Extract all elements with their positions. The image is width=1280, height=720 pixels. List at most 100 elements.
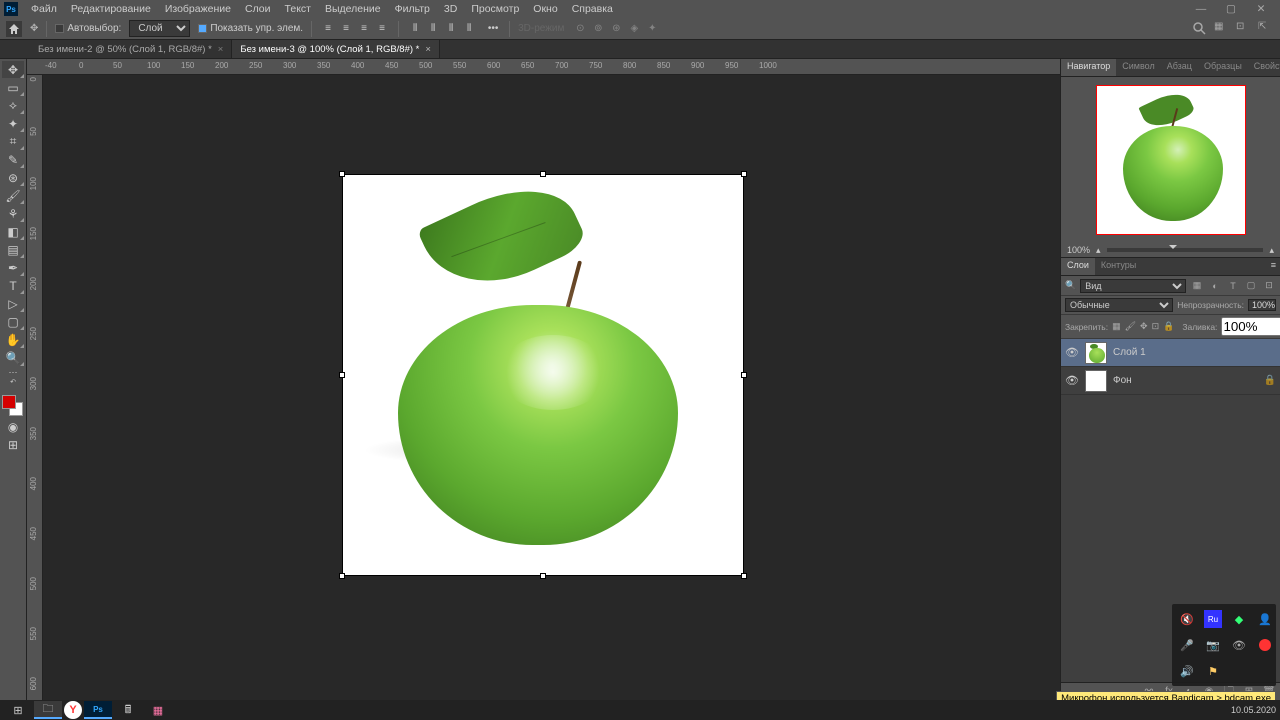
default-colors-icon[interactable]: ↶ [2,378,24,386]
menu-image[interactable]: Изображение [158,2,238,16]
workspace-icon[interactable]: ▦ [1214,21,1230,37]
zoom-slider[interactable] [1107,248,1264,252]
filter-text-icon[interactable]: T [1226,279,1240,293]
lock-artboard-icon[interactable]: ⊡ [1152,321,1160,332]
align-center-h-icon[interactable]: ≡ [338,21,354,37]
app-icon[interactable]: ▦ [144,701,172,719]
navigator-tab[interactable]: Навигатор [1061,59,1116,76]
screenmode-tool[interactable]: ⊞ [2,436,24,453]
transform-handle[interactable] [741,573,747,579]
distribute-icon[interactable]: ⫴ [425,21,441,37]
quickmask-tool[interactable]: ◉ [2,418,24,435]
menu-edit[interactable]: Редактирование [64,2,158,16]
pen-tool[interactable]: ✒ [2,259,24,276]
tray-date[interactable]: 10.05.2020 [1231,705,1276,715]
photoshop-icon[interactable]: Ps [84,701,112,719]
rec-sound-icon[interactable]: 🔇 [1178,610,1196,628]
minimize-button[interactable]: — [1186,3,1216,15]
brush-tool[interactable]: 🖌 [2,187,24,204]
share-icon[interactable]: ⇱ [1258,21,1274,37]
lock-paint-icon[interactable]: 🖌 [1125,321,1136,332]
color-swatches[interactable] [2,395,24,417]
move-tool[interactable]: ✥ [2,61,24,78]
fill-input[interactable] [1221,317,1280,336]
filter-smart-icon[interactable]: ⊡ [1262,279,1276,293]
autoselect-checkbox[interactable]: Автовыбор: [55,23,121,34]
vertical-ruler[interactable]: 050100150200250300350400450500550600 [27,75,43,700]
menu-3d[interactable]: 3D [437,2,464,16]
edit-toolbar[interactable]: ⋯ [2,367,24,377]
explorer-icon[interactable]: 🗀 [34,701,62,719]
eraser-tool[interactable]: ◧ [2,223,24,240]
distribute-icon[interactable]: ⫴ [407,21,423,37]
lock-position-icon[interactable]: ✥ [1140,321,1148,332]
transform-handle[interactable] [339,372,345,378]
close-tab-icon[interactable]: × [218,44,224,55]
paragraph-tab[interactable]: Абзац [1161,59,1198,76]
wand-tool[interactable]: ✦ [2,115,24,132]
frame-icon[interactable]: ⊡ [1236,21,1252,37]
layer-thumb[interactable] [1085,342,1107,364]
marquee-tool[interactable]: ▭ [2,79,24,96]
transform-handle[interactable] [741,372,747,378]
menu-select[interactable]: Выделение [318,2,388,16]
transform-handle[interactable] [741,171,747,177]
layer-name[interactable]: Фон [1113,375,1258,386]
eyedropper-tool[interactable]: ✎ [2,151,24,168]
transform-handle[interactable] [540,573,546,579]
start-button[interactable]: ⊞ [4,701,32,719]
shape-tool[interactable]: ▢ [2,313,24,330]
rec-flag-icon[interactable]: ⚑ [1204,662,1222,680]
search-icon[interactable] [1192,21,1208,37]
rec-mic-icon[interactable]: 🎤 [1178,636,1196,654]
opacity-input[interactable] [1248,299,1276,311]
rec-eye-icon[interactable]: 👁 [1230,636,1248,654]
distribute-icon[interactable]: ⫴ [461,21,477,37]
maximize-button[interactable]: ▢ [1216,3,1246,15]
properties-tab[interactable]: Свойства [1248,59,1280,76]
home-icon[interactable] [6,21,22,37]
layer-filter-dropdown[interactable]: Вид [1080,279,1186,293]
menu-window[interactable]: Окно [526,2,564,16]
close-button[interactable]: ✕ [1246,3,1276,15]
layer-row[interactable]: 👁 Слой 1 [1061,339,1280,367]
document-tab[interactable]: Без имени-3 @ 100% (Слой 1, RGB/8#) * × [232,40,440,58]
navigator-preview[interactable] [1061,77,1280,243]
visibility-icon[interactable]: 👁 [1065,374,1079,387]
paths-tab[interactable]: Контуры [1095,258,1142,275]
filter-adjust-icon[interactable]: ◐ [1208,279,1222,293]
heal-tool[interactable]: ⊛ [2,169,24,186]
document-tab[interactable]: Без имени-2 @ 50% (Слой 1, RGB/8#) * × [30,40,232,58]
menu-filter[interactable]: Фильтр [388,2,437,16]
lock-pixels-icon[interactable]: ▦ [1112,321,1121,332]
stamp-tool[interactable]: ⚘ [2,205,24,222]
align-top-icon[interactable]: ≡ [374,21,390,37]
recording-widget[interactable]: 🔇 Ru ◆ 👤 🎤 📷 👁 🔊 ⚑ [1172,604,1276,686]
horizontal-ruler[interactable]: -400501001502002503003504004505005506006… [27,59,1060,75]
lock-all-icon[interactable]: 🔒 [1163,321,1174,332]
zoom-out-icon[interactable]: ▴ [1096,245,1101,256]
character-tab[interactable]: Символ [1116,59,1160,76]
more-icon[interactable]: ••• [485,21,501,37]
record-button[interactable] [1256,636,1274,654]
layer-row[interactable]: 👁 Фон 🔒 [1061,367,1280,395]
distribute-icon[interactable]: ⫴ [443,21,459,37]
calculator-icon[interactable]: 🖩 [114,701,142,719]
menu-view[interactable]: Просмотр [464,2,526,16]
menu-text[interactable]: Текст [278,2,318,16]
blend-mode-dropdown[interactable]: Обычные [1065,298,1173,312]
rec-check-icon[interactable]: ◆ [1230,610,1248,628]
path-tool[interactable]: ▷ [2,295,24,312]
hand-tool[interactable]: ✋ [2,331,24,348]
align-right-icon[interactable]: ≡ [356,21,372,37]
rec-ru-icon[interactable]: Ru [1204,610,1222,628]
layer-thumb[interactable] [1085,370,1107,392]
swatches-tab[interactable]: Образцы [1198,59,1248,76]
close-tab-icon[interactable]: × [425,44,431,55]
align-left-icon[interactable]: ≡ [320,21,336,37]
layer-name[interactable]: Слой 1 [1113,347,1276,358]
show-controls-checkbox[interactable]: Показать упр. элем. [198,23,303,34]
viewport[interactable] [43,75,1060,700]
gradient-tool[interactable]: ▤ [2,241,24,258]
transform-handle[interactable] [540,171,546,177]
